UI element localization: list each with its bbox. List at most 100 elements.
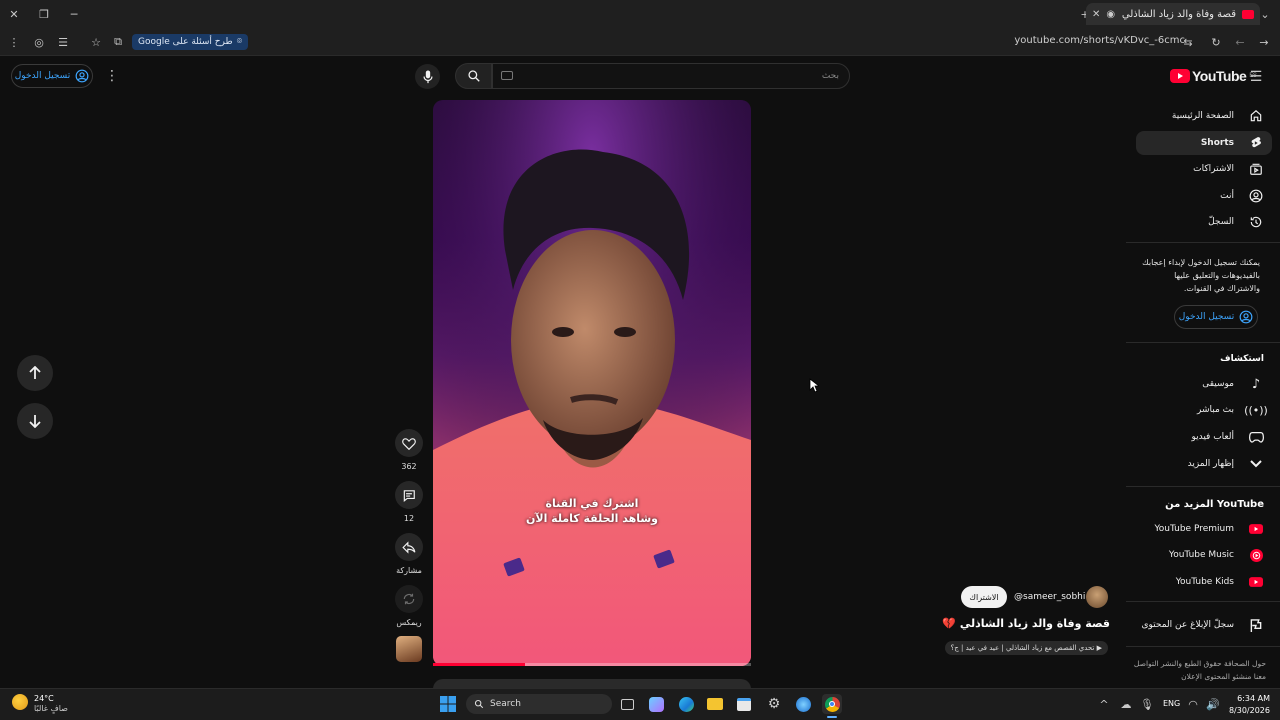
sidebar-item-report-history[interactable]: سجلّ الإبلاغ عن المحتوى <box>1136 613 1272 637</box>
youtube-logo[interactable]: YouTube ES <box>1170 68 1257 84</box>
sidebar-item-yt-kids[interactable]: YouTube Kids <box>1136 570 1272 594</box>
ask-google-chip[interactable]: ⌾ طرح أسئلة على Google <box>132 34 249 50</box>
tab-title: قصة وفاة والد زياد الشاذلي 💔 <box>1121 8 1236 20</box>
browser-tab-active[interactable]: قصة وفاة والد زياد الشاذلي 💔 ◉ ✕ <box>1086 3 1260 25</box>
sidebar-item-history[interactable]: السجلّ <box>1136 210 1272 234</box>
share-page-icon[interactable]: ⧉ <box>110 34 126 50</box>
back-icon[interactable]: → <box>1256 34 1272 50</box>
arrow-down-icon <box>29 415 41 428</box>
clock-date: 8/30/2026 <box>1228 706 1270 715</box>
voice-search-button[interactable] <box>415 64 440 89</box>
hamburger-menu-icon[interactable]: ☰ <box>1248 69 1264 85</box>
comments-button[interactable] <box>395 481 423 509</box>
share-button[interactable] <box>395 533 423 561</box>
close-window-icon[interactable]: ✕ <box>6 6 22 22</box>
you-icon <box>1248 188 1264 204</box>
comment-icon <box>403 489 415 502</box>
windows-icon <box>440 696 456 712</box>
wifi-icon[interactable]: ◠ <box>1185 696 1201 712</box>
search-input[interactable]: بحث <box>492 63 850 89</box>
task-view-icon[interactable] <box>617 694 637 714</box>
sidebar-item-music[interactable]: موسيقى ♪ <box>1136 372 1272 396</box>
channel-avatar[interactable] <box>1086 586 1108 608</box>
sidebar-show-more[interactable]: إظهار المزيد <box>1136 452 1272 476</box>
sidebar-item-subscriptions[interactable]: الاشتراكات <box>1136 157 1272 181</box>
tab-search-icon[interactable]: ⌄ <box>1257 6 1273 22</box>
settings-more-icon[interactable]: ⋮ <box>104 68 120 84</box>
logo-text: YouTube <box>1192 68 1247 84</box>
sidebar-item-label: بث مباشر <box>1197 405 1234 415</box>
sound-thumbnail[interactable] <box>396 636 422 662</box>
shorts-icon <box>1248 135 1264 151</box>
search-button[interactable] <box>455 63 492 89</box>
volume-icon[interactable]: 🔊 <box>1205 696 1221 712</box>
minimize-window-icon[interactable]: ─ <box>66 6 82 22</box>
remix-button[interactable] <box>395 585 423 613</box>
shorts-video-player[interactable] <box>433 100 751 666</box>
more-from-youtube-heading: المزيد من YouTube <box>1165 499 1264 510</box>
sidebar-item-you[interactable]: أنت <box>1136 184 1272 208</box>
weather-desc[interactable]: صافٍ غالبًا <box>34 704 68 713</box>
start-button[interactable] <box>438 694 458 714</box>
short-title: قصة وفاة والد زياد الشاذلي 💔 <box>942 617 1110 630</box>
taskbar-search[interactable]: Search <box>466 694 612 714</box>
video-progress-fill <box>433 663 526 666</box>
tab-audio-icon[interactable]: ◉ <box>1106 9 1115 20</box>
clock-time: 6:34 AM <box>1237 694 1270 703</box>
store-icon[interactable] <box>734 694 754 714</box>
sidebar-item-yt-premium[interactable]: YouTube Premium <box>1136 517 1272 541</box>
sidebar-item-label: السجلّ <box>1208 217 1234 227</box>
sidebar-item-shorts[interactable]: Shorts <box>1136 131 1272 155</box>
file-explorer-icon[interactable] <box>705 694 725 714</box>
like-button[interactable] <box>395 429 423 457</box>
channel-handle[interactable]: @sameer_sobhi <box>1014 592 1085 602</box>
account-icon <box>75 69 89 83</box>
keyboard-icon[interactable] <box>501 71 513 80</box>
comment-count: 12 <box>403 514 415 523</box>
mic-tray-icon[interactable]: 🎙 <box>1139 696 1155 712</box>
weather-sun-icon[interactable] <box>12 694 28 710</box>
search-icon <box>467 70 480 82</box>
sound-chip[interactable]: ▶ تحدي القصص مع زياد الشاذلي | عيد في عي… <box>944 641 1108 655</box>
video-caption: اشترك في القناة وشاهد الحلقة كاملة الآن <box>433 496 751 526</box>
input-language[interactable]: ENG <box>1163 699 1180 708</box>
network-status-icon[interactable]: ☁ <box>1118 696 1134 712</box>
tray-overflow-icon[interactable]: ^ <box>1096 696 1112 712</box>
address-bar-url[interactable]: youtube.com/shorts/vKDvc_-6cmc <box>1014 35 1185 46</box>
sidebar-item-live[interactable]: بث مباشر ((•)) <box>1136 398 1272 422</box>
bookmark-star-icon[interactable]: ☆ <box>88 34 104 50</box>
profile-icon[interactable]: ◎ <box>31 34 47 50</box>
chrome-icon[interactable] <box>822 694 842 714</box>
weather-temp[interactable]: 24°C <box>34 694 54 703</box>
browser-menu-icon[interactable]: ⋮ <box>6 34 22 50</box>
restore-window-icon[interactable]: ❐ <box>36 6 52 22</box>
signin-button[interactable]: تسجيل الدخول <box>11 64 93 88</box>
settings-gear-icon[interactable]: ⚙ <box>764 694 784 714</box>
youtube-favicon-icon <box>1242 9 1254 19</box>
mouse-cursor-icon <box>809 378 819 393</box>
sidebar-item-home[interactable]: الصفحة الرئيسية <box>1136 104 1272 128</box>
arrow-up-icon <box>29 366 41 379</box>
edge-icon[interactable] <box>676 694 696 714</box>
subscribe-button[interactable]: الاشتراك <box>961 586 1007 608</box>
forward-icon[interactable]: ← <box>1232 34 1248 50</box>
reload-icon[interactable]: ↻ <box>1208 34 1224 50</box>
taskbar-clock[interactable]: 6:34 AM 8/30/2026 <box>1226 693 1270 717</box>
sidebar-divider <box>1126 486 1280 487</box>
previous-short-button[interactable] <box>17 355 53 391</box>
flag-icon <box>1248 617 1264 633</box>
sidebar-item-gaming[interactable]: ألعاب فيديو <box>1136 425 1272 449</box>
windows-taskbar <box>0 688 1280 720</box>
tab-close-icon[interactable]: ✕ <box>1092 9 1100 20</box>
customize-icon[interactable]: ☰ <box>55 34 71 50</box>
sidebar-signin-button[interactable]: تسجيل الدخول <box>1174 305 1258 329</box>
widgets-icon[interactable] <box>646 694 666 714</box>
sidebar-signin-note: يمكنك تسجيل الدخول لإبداء إعجابك بالفيدي… <box>1142 258 1260 293</box>
sidebar-item-label: الاشتراكات <box>1193 164 1234 174</box>
sidebar-divider <box>1126 646 1280 647</box>
app-blue-icon[interactable] <box>793 694 813 714</box>
sidebar-footer-links[interactable]: حول الصحافة حقوق الطبع والنشر التواصل مع… <box>1130 657 1266 683</box>
sidebar-item-label: ألعاب فيديو <box>1191 432 1234 442</box>
next-short-button[interactable] <box>17 403 53 439</box>
sidebar-item-yt-music[interactable]: YouTube Music <box>1136 543 1272 567</box>
